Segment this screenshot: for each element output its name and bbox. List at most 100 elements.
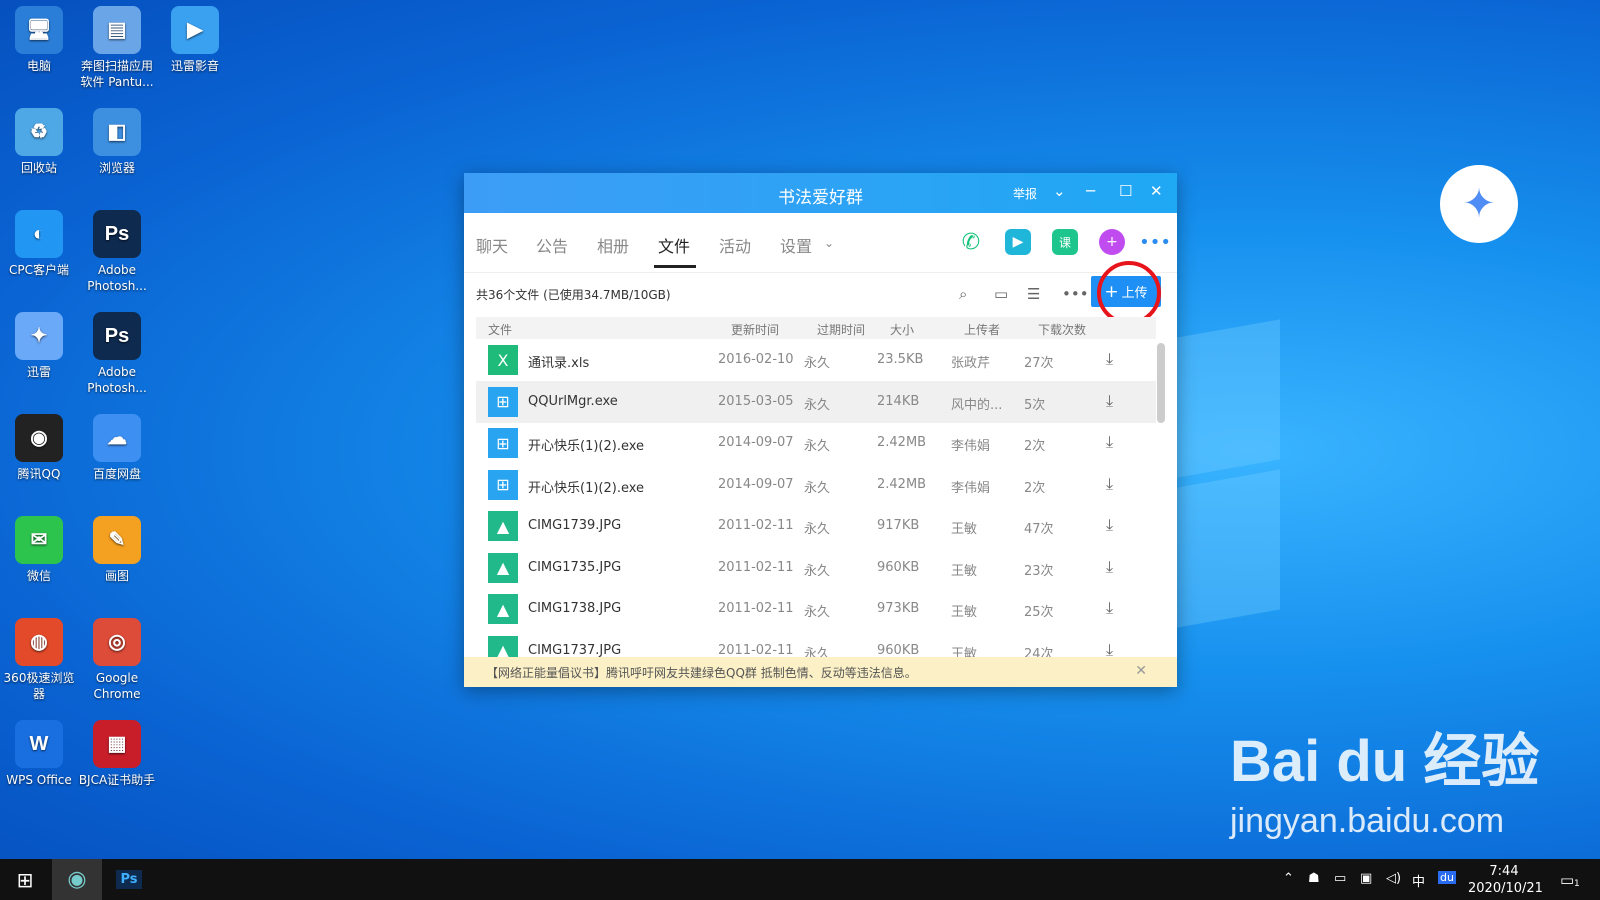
table-row[interactable]: ⊞ 开心快乐(1)(2).exe 2014-09-07 永久 2.42MB 李伟娟 2次 ⤓ — [476, 464, 1156, 506]
col-file[interactable]: 文件 — [488, 321, 512, 338]
file-count: 25次 — [1024, 605, 1054, 620]
desktop-icon[interactable]: ☁ 百度网盘 — [78, 408, 156, 482]
table-row[interactable]: ▲ CIMG1738.JPG 2011-02-11 永久 973KB 王敏 25次 ⤓ — [476, 588, 1156, 630]
app-icon: ▶ — [171, 6, 219, 54]
desktop-icon[interactable]: Ps Adobe Photosh... — [78, 306, 156, 396]
desktop-icon[interactable]: ◎ Google Chrome — [78, 612, 156, 702]
minimize-icon[interactable]: ─ — [1086, 182, 1095, 200]
table-row[interactable]: ▲ CIMG1737.JPG 2011-02-11 永久 960KB 王敏 24次 ⤓ — [476, 630, 1156, 658]
desktop-icon-label: BJCA证书助手 — [78, 773, 156, 787]
download-icon[interactable]: ⤓ — [1106, 515, 1113, 535]
file-size: 23.5KB — [877, 352, 924, 367]
chevron-up-icon[interactable]: ⌃ — [1283, 871, 1294, 886]
desktop-icon[interactable]: ✉ 微信 — [0, 510, 78, 584]
file-uploader: 张政芹 — [951, 356, 991, 371]
notification-icon[interactable]: ▭ — [1560, 871, 1574, 889]
table-row[interactable]: ⊞ QQUrlMgr.exe 2015-03-05 永久 214KB 风中的... 5次 ⤓ — [476, 380, 1156, 423]
inbox-icon[interactable]: ▭ — [994, 285, 1008, 303]
download-icon[interactable]: ⤓ — [1106, 474, 1113, 494]
taskbar-photoshop-icon[interactable]: Ps — [104, 859, 154, 900]
taskbar-browser-icon[interactable]: ◉ — [52, 859, 102, 900]
chevron-down-icon[interactable]: ⌄ — [824, 236, 834, 250]
maximize-icon[interactable]: ☐ — [1119, 182, 1132, 200]
tab-album[interactable]: 相册 — [597, 233, 629, 257]
report-button[interactable]: 举报 — [1013, 185, 1037, 202]
desktop-icon[interactable]: ▤ 奔图扫描应用软件 Pantu... — [78, 0, 156, 90]
table-row[interactable]: ⊞ 开心快乐(1)(2).exe 2014-09-07 永久 2.42MB 李伟娟 2次 ⤓ — [476, 422, 1156, 464]
table-row[interactable]: ▲ CIMG1739.JPG 2011-02-11 永久 917KB 王敏 47次 ⤓ — [476, 505, 1156, 547]
download-icon[interactable]: ⤓ — [1106, 349, 1113, 369]
desktop-icon[interactable]: ◉ 腾讯QQ — [0, 408, 78, 482]
desktop-icon-label: 浏览器 — [98, 161, 135, 175]
video-call-icon[interactable]: ▶ — [1005, 229, 1031, 255]
baidu-watermark: Bai du 经验 jingyan.baidu.com — [1230, 730, 1539, 841]
phone-icon[interactable]: ✆ — [958, 229, 984, 255]
tab-chat[interactable]: 聊天 — [476, 233, 508, 257]
desktop-icon[interactable]: ♻ 回收站 — [0, 102, 78, 176]
tab-files[interactable]: 文件 — [658, 233, 690, 257]
close-icon[interactable]: ✕ — [1135, 663, 1147, 679]
baidu-tray-icon[interactable]: du — [1438, 871, 1456, 884]
file-name[interactable]: 开心快乐(1)(2).exe — [528, 477, 644, 496]
more-icon[interactable]: ••• — [1139, 229, 1171, 255]
desktop-icon-label: 微信 — [26, 569, 51, 583]
battery-icon[interactable]: ▭ — [1334, 871, 1346, 886]
col-size[interactable]: 大小 — [890, 321, 914, 338]
file-name[interactable]: CIMG1738.JPG — [528, 601, 621, 616]
download-icon[interactable]: ⤓ — [1106, 598, 1113, 618]
ime-indicator[interactable]: 中 — [1412, 871, 1425, 890]
table-row[interactable]: X 通讯录.xls 2016-02-10 永久 23.5KB 张政芹 27次 ⤓ — [476, 339, 1156, 381]
desktop-icon[interactable]: ◐ CPC客户端 — [0, 204, 78, 278]
file-type-icon: X — [488, 345, 518, 375]
more-icon[interactable]: ••• — [1062, 285, 1089, 303]
file-date: 2014-09-07 — [718, 476, 794, 492]
col-expire[interactable]: 过期时间 — [817, 321, 865, 338]
floating-xunlei-icon[interactable]: ✦ — [1440, 165, 1518, 243]
file-name[interactable]: CIMG1737.JPG — [528, 643, 621, 658]
col-uploader[interactable]: 上传者 — [964, 321, 1000, 338]
desktop-icon[interactable]: 🖥 电脑 — [0, 0, 78, 74]
file-summary: 共36个文件 (已使用34.7MB/10GB) — [476, 288, 671, 302]
desktop-icon[interactable]: Ps Adobe Photosh... — [78, 204, 156, 294]
search-icon[interactable]: ⌕ — [959, 285, 967, 303]
list-view-icon[interactable]: ☰ — [1027, 285, 1040, 303]
file-name[interactable]: CIMG1735.JPG — [528, 560, 621, 575]
file-name[interactable]: QQUrlMgr.exe — [528, 394, 618, 409]
class-icon[interactable]: 课 — [1052, 229, 1078, 255]
network-icon[interactable]: ▣ — [1360, 871, 1372, 886]
desktop-icon[interactable]: ▶ 迅雷影音 — [156, 0, 234, 74]
col-updated[interactable]: 更新时间 — [731, 321, 779, 338]
desktop-icon[interactable]: W WPS Office — [0, 714, 78, 788]
tray-app-icon[interactable]: ☗ — [1308, 871, 1320, 886]
desktop-icon[interactable]: ▦ BJCA证书助手 — [78, 714, 156, 788]
file-date: 2011-02-11 — [718, 518, 794, 533]
desktop-icon[interactable]: ◧ 浏览器 — [78, 102, 156, 176]
download-icon[interactable]: ⤓ — [1106, 391, 1113, 411]
download-icon[interactable]: ⤓ — [1106, 432, 1113, 452]
scrollbar[interactable] — [1157, 343, 1165, 423]
desktop-icon[interactable]: ✦ 迅雷 — [0, 306, 78, 380]
file-type-icon: ▲ — [488, 635, 518, 657]
chevron-down-icon[interactable]: ⌄ — [1053, 182, 1066, 200]
file-name[interactable]: 开心快乐(1)(2).exe — [528, 435, 644, 454]
file-expire: 永久 — [804, 605, 831, 620]
close-icon[interactable]: ✕ — [1150, 182, 1163, 200]
tab-notice[interactable]: 公告 — [536, 233, 568, 257]
volume-icon[interactable]: ◁) — [1386, 871, 1401, 886]
col-downloads[interactable]: 下载次数 — [1038, 321, 1086, 338]
desktop-icon[interactable]: ◍ 360极速浏览器 — [0, 612, 78, 702]
file-name[interactable]: CIMG1739.JPG — [528, 518, 621, 533]
tab-settings[interactable]: 设置 — [780, 233, 812, 257]
download-icon[interactable]: ⤓ — [1106, 557, 1113, 577]
start-button[interactable]: ⊞ — [0, 859, 50, 900]
table-row[interactable]: ▲ CIMG1735.JPG 2011-02-11 永久 960KB 王敏 23次 ⤓ — [476, 547, 1156, 589]
clock[interactable]: 7:44 2020/10/21 — [1468, 863, 1543, 897]
file-name[interactable]: 通讯录.xls — [528, 352, 589, 371]
file-expire: 永久 — [804, 522, 831, 537]
download-icon[interactable]: ⤓ — [1106, 640, 1113, 658]
desktop-icon-label: 迅雷 — [26, 365, 51, 379]
app-icon: ◐ — [15, 210, 63, 258]
add-app-icon[interactable]: + — [1099, 229, 1125, 255]
tab-activity[interactable]: 活动 — [719, 233, 751, 257]
desktop-icon[interactable]: ✎ 画图 — [78, 510, 156, 584]
